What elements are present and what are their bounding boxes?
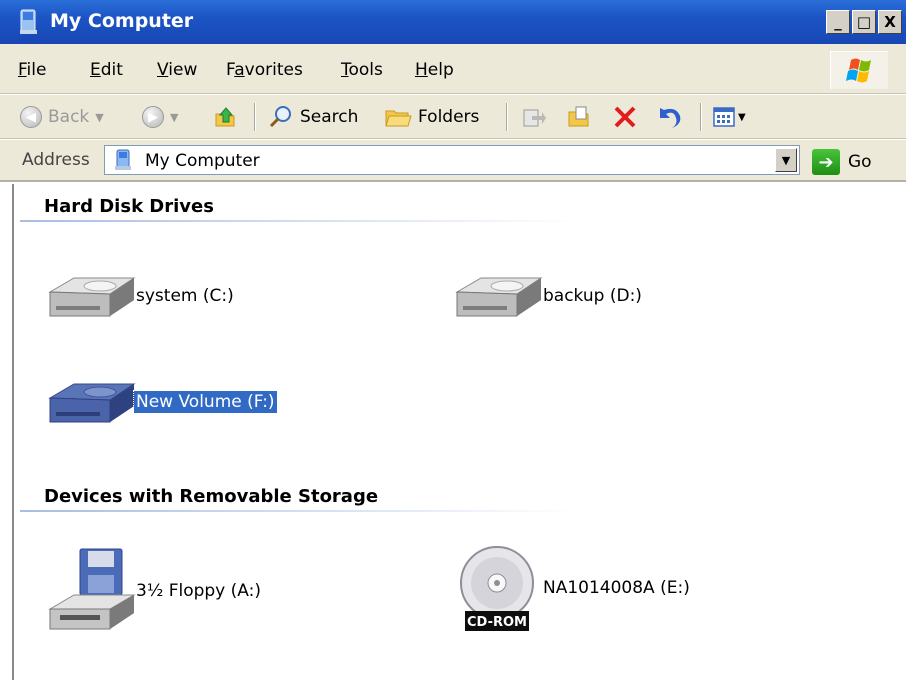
close-button[interactable]: X	[878, 10, 902, 34]
go-button[interactable]: ➔ Go	[812, 149, 872, 175]
minimize-button[interactable]: _	[826, 10, 850, 34]
maximize-button[interactable]: □	[852, 10, 876, 34]
drive-label: NA1014008A (E:)	[543, 578, 690, 598]
undo-icon	[660, 108, 681, 128]
folders-icon	[385, 110, 412, 127]
undo-button[interactable]	[654, 103, 682, 131]
floppy-drive-icon	[48, 548, 136, 630]
group-divider	[20, 220, 580, 222]
drive-label: 3½ Floppy (A:)	[136, 581, 261, 601]
drive-item-f[interactable]: New Volume (F:)	[44, 362, 278, 442]
window-title: My Computer	[50, 10, 194, 32]
cd-rom-icon: CD-ROM	[460, 546, 534, 631]
title-bar[interactable]: My Computer _ □ X	[0, 0, 906, 44]
group-header-removable-storage: Devices with Removable Storage	[44, 486, 379, 507]
drive-label-selected: New Volume (F:)	[133, 390, 278, 414]
forward-button[interactable]: ▶ ▼	[142, 103, 178, 131]
menu-view[interactable]: View	[157, 60, 197, 80]
menu-tools[interactable]: Tools	[341, 60, 383, 80]
delete-x-icon	[614, 106, 636, 128]
menu-help[interactable]: Help	[415, 60, 454, 80]
drive-label: system (C:)	[136, 286, 234, 306]
menu-favorites[interactable]: Favorites	[226, 60, 303, 80]
toolbar-separator	[506, 103, 508, 131]
my-computer-icon	[115, 149, 131, 170]
group-divider	[20, 510, 580, 512]
hard-drive-icon	[455, 277, 543, 317]
back-arrow-icon: ◀	[20, 106, 42, 128]
go-label: Go	[848, 152, 872, 172]
forward-arrow-icon: ▶	[142, 106, 164, 128]
delete-button[interactable]	[612, 103, 638, 131]
copy-to-button[interactable]	[566, 103, 592, 131]
folders-label: Folders	[418, 107, 480, 127]
address-label: Address	[22, 150, 90, 170]
go-arrow-icon: ➔	[812, 149, 840, 175]
back-button[interactable]: ◀ Back ▼	[20, 103, 104, 131]
address-bar: Address My Computer ▼ ➔ Go	[0, 140, 906, 182]
drive-item-d[interactable]: backup (D:)	[451, 256, 644, 336]
search-label: Search	[300, 107, 359, 127]
back-dropdown-icon: ▼	[95, 110, 104, 124]
drive-label: backup (D:)	[543, 286, 642, 306]
menu-bar: File Edit View Favorites Tools Help	[0, 44, 906, 94]
windows-flag-icon	[846, 58, 871, 83]
hard-drive-icon	[48, 277, 136, 317]
search-icon	[269, 106, 291, 128]
address-dropdown-button[interactable]: ▼	[775, 148, 797, 172]
drive-item-c[interactable]: system (C:)	[44, 256, 236, 336]
address-value: My Computer	[145, 151, 260, 171]
copy-to-icon	[568, 106, 589, 127]
menu-edit[interactable]: Edit	[90, 60, 123, 80]
folders-button[interactable]: Folders	[384, 103, 479, 131]
cd-rom-badge: CD-ROM	[467, 615, 527, 630]
move-to-icon	[523, 109, 546, 127]
toolbar-separator	[700, 103, 702, 131]
search-button[interactable]: Search	[268, 103, 358, 131]
back-label: Back	[48, 107, 90, 127]
move-to-button[interactable]	[520, 103, 546, 131]
up-button[interactable]	[212, 103, 238, 131]
drive-item-e[interactable]: CD-ROM NA1014008A (E:)	[451, 542, 692, 634]
views-button[interactable]: ▼	[712, 103, 746, 131]
views-dropdown-icon: ▼	[738, 111, 746, 123]
my-computer-icon	[20, 9, 37, 34]
address-input[interactable]: My Computer ▼	[104, 145, 800, 175]
hard-drive-icon	[48, 383, 136, 423]
file-view[interactable]: Hard Disk Drives system (C:) backup (D:)…	[12, 184, 906, 680]
drive-item-a[interactable]: 3½ Floppy (A:)	[44, 546, 263, 636]
menu-file[interactable]: File	[18, 60, 46, 80]
toolbar: ◀ Back ▼ ▶ ▼ Search Folders ▼	[0, 95, 906, 139]
forward-dropdown-icon: ▼	[170, 110, 179, 124]
toolbar-separator	[254, 103, 256, 131]
group-header-hard-disk-drives: Hard Disk Drives	[44, 196, 214, 217]
views-grid-icon	[713, 107, 735, 127]
up-folder-icon	[215, 107, 235, 127]
windows-logo	[830, 51, 888, 89]
